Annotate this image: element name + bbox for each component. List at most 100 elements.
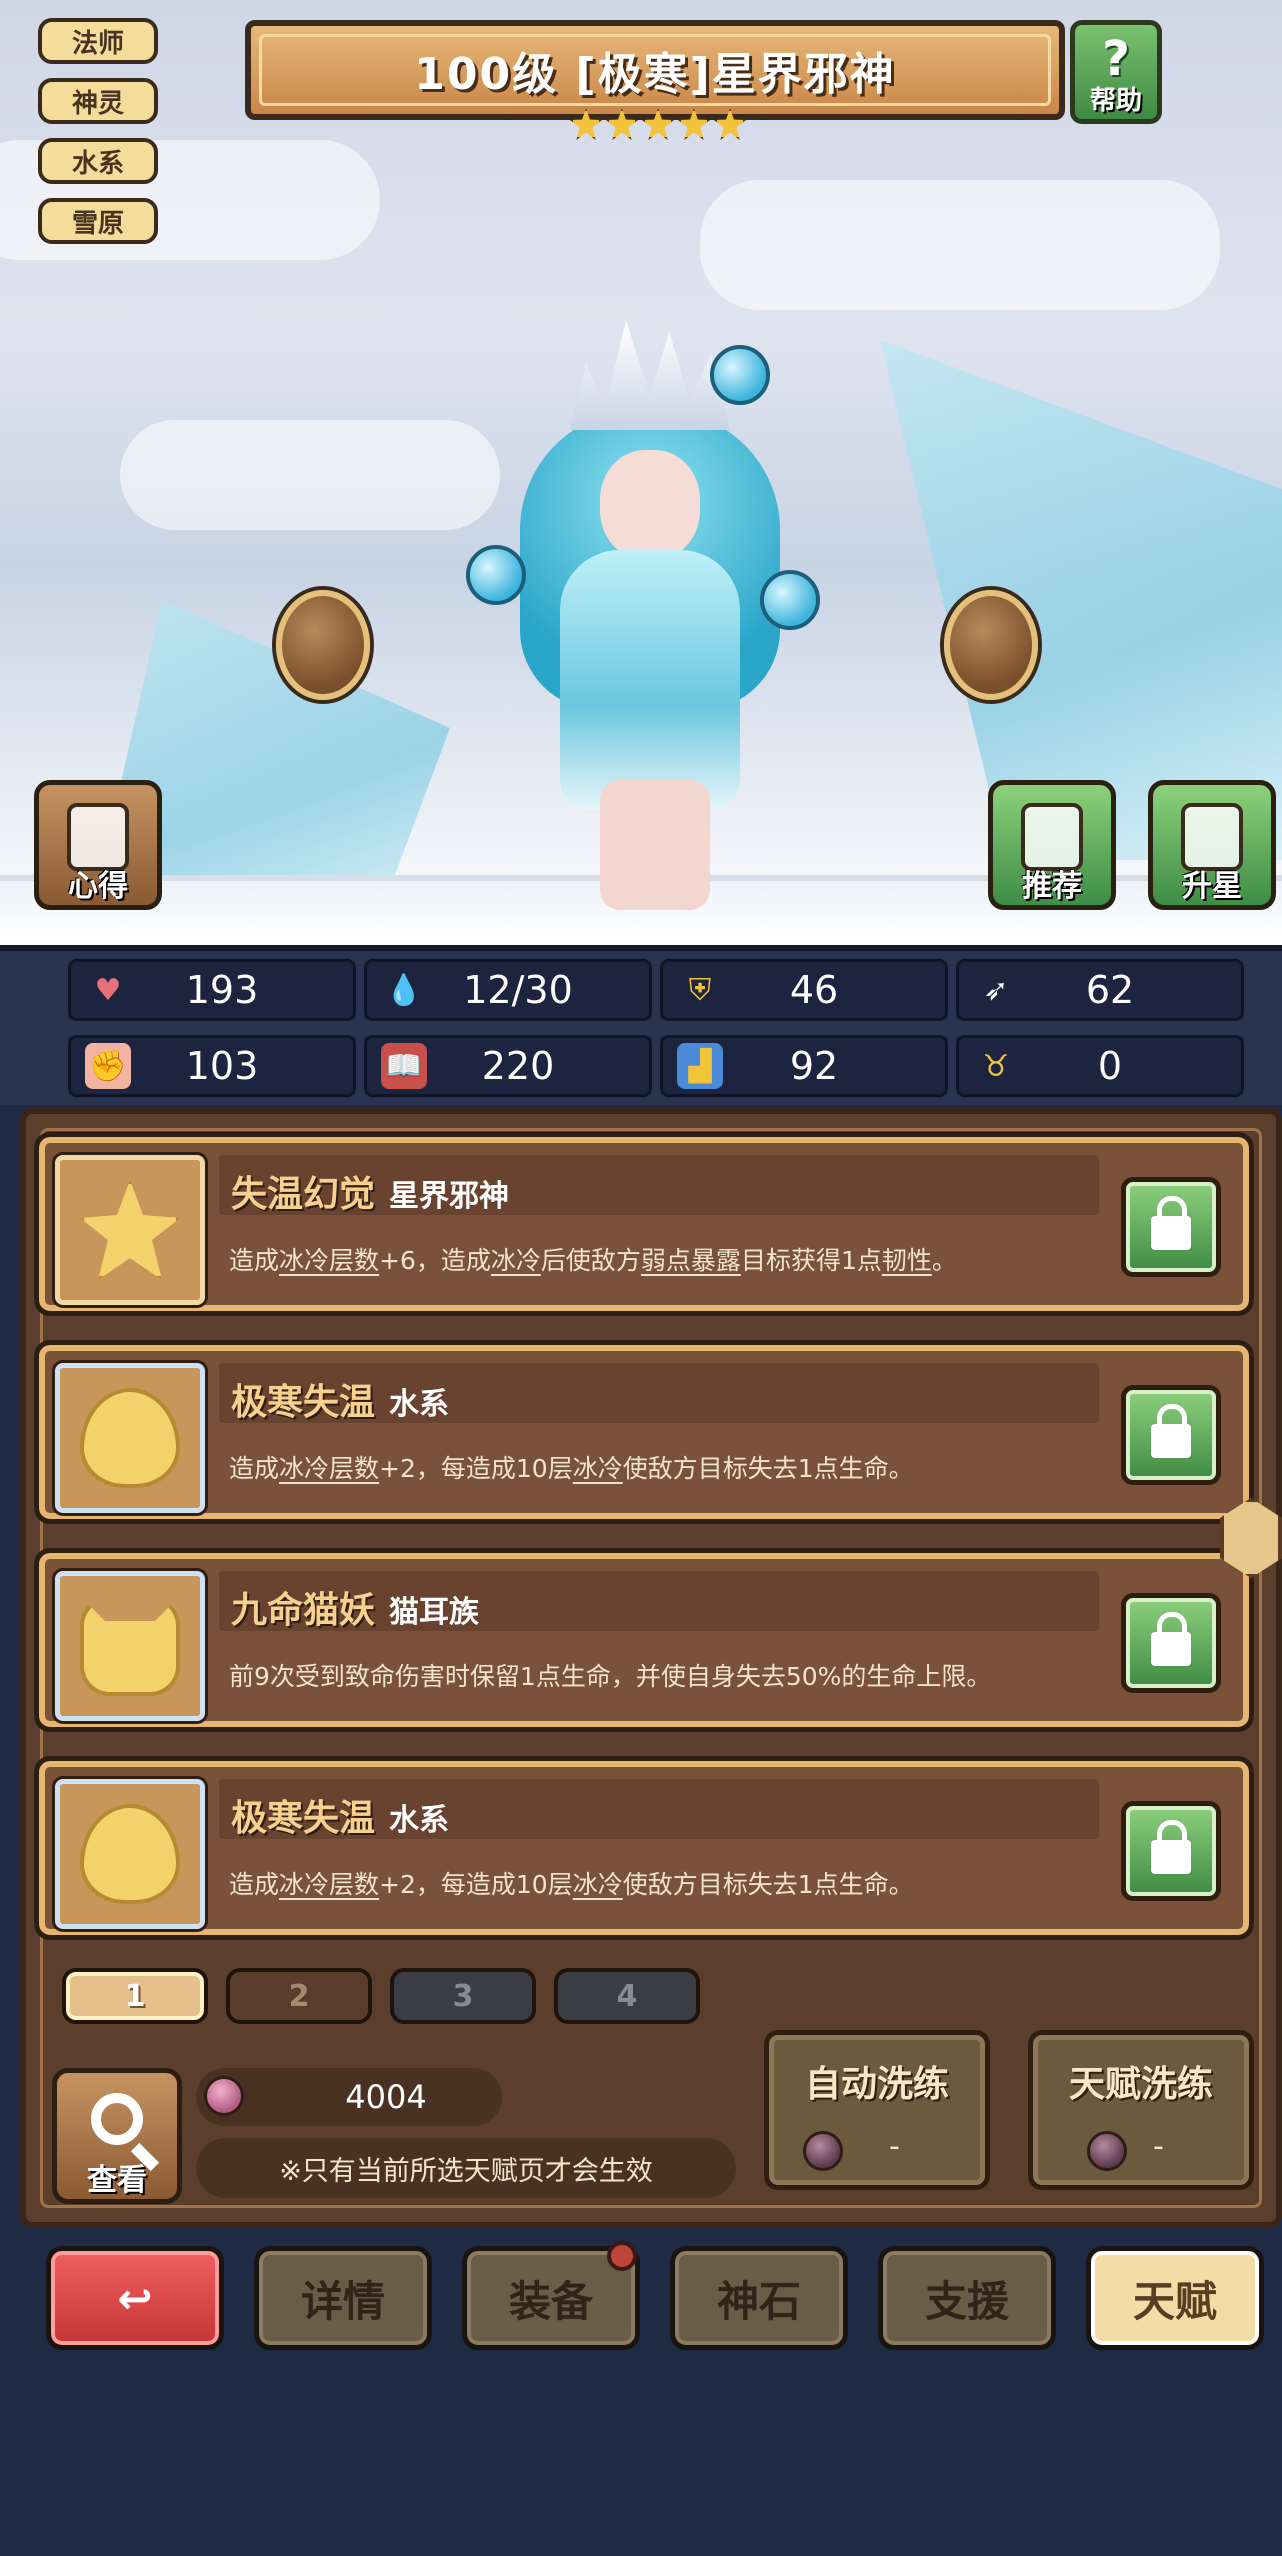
lock-button[interactable] [1121,1177,1221,1277]
desc-text: +6，造成 [379,1246,491,1275]
insight-button[interactable]: 心得 [34,780,162,910]
desc-text: 目标获得1点 [740,1246,882,1275]
stat-luck: ♉ 0 [956,1035,1244,1097]
nav-support[interactable]: 支援 [878,2246,1056,2350]
currency-display: 4004 [196,2068,502,2126]
talent-wash-cost: - [1153,2129,1164,2164]
cloud [700,180,1220,310]
talent-card[interactable]: 九命猫妖 猫耳族 前9次受到致命伤害时保留1点生命，并使自身失去50%的生命上限… [34,1548,1254,1732]
talent-source: 水系 [389,1803,449,1838]
character-body [560,550,740,810]
page-tab-4[interactable]: 4 [554,1968,700,2024]
view-label: 查看 [87,2163,147,2198]
help-button[interactable]: ? 帮助 [1070,20,1162,124]
talent-source: 猫耳族 [389,1595,479,1630]
stat-defense: ⛨ 46 [660,959,948,1021]
character-sprite [460,300,840,920]
keyword-link[interactable]: 弱点暴露 [641,1246,741,1275]
nav-godstone[interactable]: 神石 [670,2246,848,2350]
stat-hp: ♥ 193 [68,959,356,1021]
talent-wash-button[interactable]: 天赋洗练 - [1028,2030,1254,2190]
star-up-label: 升星 [1182,869,1242,904]
stat-speed: ➶ 62 [956,959,1244,1021]
character-scene: 法师 神灵 水系 雪原 100级 [极寒]星界邪神 ? 帮助 心得 推荐 升星 [0,0,1282,945]
talent-description: 前9次受到致命伤害时保留1点生命，并使自身失去50%的生命上限。 [229,1662,992,1691]
page-tab-1[interactable]: 1 [62,1968,208,2024]
lock-button[interactable] [1121,1801,1221,1901]
auto-wash-cost: - [889,2129,900,2164]
stat-value: 103 [185,1044,259,1088]
horn-icon: ♉ [982,1048,1010,1084]
view-button[interactable]: 查看 [52,2068,182,2204]
right-relic-orb[interactable] [944,590,1038,700]
star-emblem-icon [80,1180,180,1280]
boot-icon: ▟ [677,1043,723,1089]
nav-talent[interactable]: 天赋 [1086,2246,1264,2350]
talent-source: 水系 [389,1387,449,1422]
tag-list: 法师 神灵 水系 雪原 [38,18,158,244]
talent-name: 极寒失温 [231,1798,376,1839]
star-icon [606,108,638,140]
talent-card[interactable]: 极寒失温 水系 造成冰冷层数+2，每造成10层冰冷使敌方目标失去1点生命。 [34,1340,1254,1524]
stat-value: 220 [481,1044,555,1088]
nav-equipment[interactable]: 装备 [462,2241,640,2350]
lock-icon [1151,1196,1191,1250]
desc-text: 造成 [229,1870,280,1899]
notification-dot [607,2241,637,2271]
cloud [120,420,500,530]
recommend-label: 推荐 [1022,869,1082,904]
auto-wash-label: 自动洗练 [804,2064,949,2105]
page-tab-2[interactable]: 2 [226,1968,372,2024]
star-icon [714,108,746,140]
stat-value: 62 [1085,968,1135,1012]
stat-intellect: 📖 220 [364,1035,652,1097]
stat-value: 46 [789,968,839,1012]
nav-details[interactable]: 详情 [254,2246,432,2350]
keyword-link[interactable]: 韧性 [882,1246,932,1275]
desc-text: 。 [931,1246,957,1275]
keyword-link[interactable]: 冰冷 [491,1246,541,1275]
tag-race: 神灵 [38,78,158,124]
auto-wash-button[interactable]: 自动洗练 - [764,2030,990,2190]
talent-card[interactable]: 失温幻觉 星界邪神 造成冰冷层数+6，造成冰冷后使敌方弱点暴露目标获得1点韧性。 [34,1132,1254,1316]
recommend-button[interactable]: 推荐 [988,780,1116,910]
ice-bubble [710,345,770,405]
page-tab-3[interactable]: 3 [390,1968,536,2024]
keyword-link[interactable]: 冰冷层数 [279,1870,379,1899]
wing-icon: ➶ [983,972,1009,1008]
desc-text: 后使敌方 [540,1246,641,1275]
left-relic-orb[interactable] [276,590,370,700]
potion-icon [204,2076,244,2116]
talent-card[interactable]: 极寒失温 水系 造成冰冷层数+2，每造成10层冰冷使敌方目标失去1点生命。 [34,1756,1254,1940]
heart-icon: ♥ [94,972,122,1008]
keyword-link[interactable]: 冰冷层数 [279,1246,379,1275]
talent-header: 极寒失温 水系 [219,1363,1099,1423]
ice-crown [570,320,730,430]
keyword-link[interactable]: 冰冷 [573,1870,623,1899]
talent-name: 失温幻觉 [231,1174,376,1215]
talent-description: 造成冰冷层数+2，每造成10层冰冷使敌方目标失去1点生命。 [229,1449,1109,1485]
talent-header: 失温幻觉 星界邪神 [219,1155,1099,1215]
keyword-link[interactable]: 冰冷 [573,1454,623,1483]
talent-header: 九命猫妖 猫耳族 [219,1571,1099,1631]
lock-button[interactable] [1121,1385,1221,1485]
back-button[interactable]: ↩ [46,2246,224,2350]
frost-flame-icon [80,1804,180,1904]
return-arrow-icon: ↩ [117,2273,153,2323]
star-icon [570,108,602,140]
talent-name: 九命猫妖 [231,1590,376,1631]
stat-value: 92 [789,1044,839,1088]
bottom-nav: ↩ 详情 装备 神石 支援 天赋 [0,2238,1282,2358]
lock-icon [1151,1612,1191,1666]
star-up-button[interactable]: 升星 [1148,780,1276,910]
tag-class: 法师 [38,18,158,64]
desc-text: 造成 [229,1454,280,1483]
keyword-link[interactable]: 冰冷层数 [279,1454,379,1483]
lock-button[interactable] [1121,1593,1221,1693]
stat-agility: ▟ 92 [660,1035,948,1097]
ice-bubble [466,545,526,605]
talent-wash-label: 天赋洗练 [1068,2064,1213,2105]
currency-value: 4004 [345,2078,427,2116]
fist-icon: ✊ [85,1043,131,1089]
potion-icon [803,2131,843,2171]
